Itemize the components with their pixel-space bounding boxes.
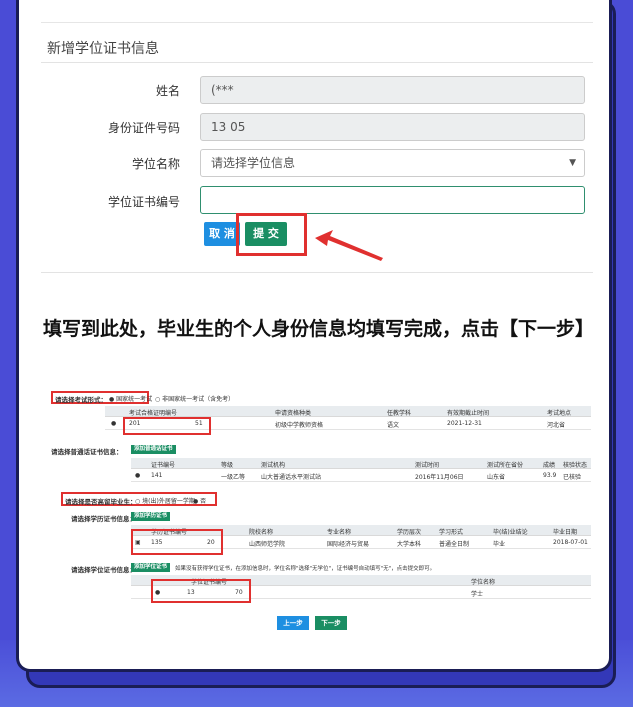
instruction-caption: 填写到此处，毕业生的个人身份信息均填写完成，点击【下一步】 (43, 318, 595, 340)
example-screenshot: 请选择考试形式： ● 国家统一考试 ○ 非国家统一考试（含免考） 考试合格证明编… (47, 386, 593, 636)
exam-cell: 语文 (387, 422, 400, 429)
education-cell: 国际经济与贸易 (327, 541, 370, 548)
mandarin-cell: 2016年11月06日 (415, 474, 464, 481)
education-cell: 大学本科 (397, 541, 422, 548)
add-degree-button[interactable]: 添加学位证书 (131, 563, 171, 572)
education-header: 专业名称 (327, 529, 352, 536)
exam-cell: 2021-12-31 (447, 420, 482, 427)
mandarin-header: 测试所在省份 (487, 462, 524, 469)
education-header: 毕业日期 (553, 529, 578, 536)
exam-option-non-national[interactable]: ○ 非国家统一考试（含免考） (155, 394, 234, 403)
radio-selected-icon[interactable]: ● (135, 472, 140, 479)
mandarin-header: 核验状态 (563, 462, 588, 469)
mandarin-header: 成绩 (543, 462, 556, 469)
education-header: 学历层次 (397, 529, 422, 536)
previous-step-button[interactable]: 上一步 (277, 616, 309, 630)
mandarin-cell: 141 (151, 472, 163, 479)
radio-selected-icon[interactable]: ● (111, 420, 116, 427)
education-cell: 山西师范学院 (249, 541, 286, 548)
mandarin-cell: 山大普通话水平测试站 (261, 474, 322, 481)
overseas-option-yes[interactable]: ○ 境(出)外居留一学期 (135, 496, 195, 505)
next-step-button[interactable]: 下一步 (315, 616, 347, 630)
content-card: 新增学位证书信息 姓名 (*** 身份证件号码 13 05 学位名称 请选择学位… (16, 0, 612, 672)
top-divider (41, 22, 593, 23)
highlight-box-exam-row (123, 417, 211, 435)
education-cell: 普通全日制 (439, 541, 470, 548)
highlight-box-education (131, 529, 223, 555)
mandarin-label: 请选择普通话证书信息： (51, 448, 123, 456)
name-label: 姓名 (155, 84, 180, 98)
exam-header: 考试合格证明编号 (129, 410, 178, 417)
id-number-value: 13 05 (211, 120, 246, 134)
id-label: 身份证件号码 (107, 121, 180, 135)
exam-header: 申请资格种类 (275, 410, 312, 417)
mandarin-header: 等级 (221, 462, 234, 469)
exam-header: 任教学科 (387, 410, 412, 417)
overseas-label: 请选择是否高留毕业生： (65, 498, 137, 506)
degree-select-value: 请选择学位信息 (211, 156, 296, 170)
education-header: 学习形式 (439, 529, 464, 536)
id-number-field[interactable]: 13 05 (200, 113, 585, 141)
add-education-button[interactable]: 添加学历证书 (131, 512, 171, 521)
exam-option-national[interactable]: ● 国家统一考试 (109, 394, 152, 403)
degree-cell: 学士 (471, 591, 484, 598)
degree-note: 如果没有获得学位证书，在添加信息时，学位名称"选择"无学位"，证书编号自动填写"… (175, 566, 436, 572)
exam-cell: 初级中学教师资格 (275, 422, 324, 429)
cancel-button[interactable]: 取 消 (204, 222, 240, 246)
dropdown-arrow-icon: ▼ (569, 158, 576, 168)
mandarin-table-header: 证书编号 等级 测试机构 测试时间 测试所在省份 成绩 核验状态 (131, 458, 591, 469)
mandarin-header: 测试时间 (415, 462, 440, 469)
cert-number-label: 学位证书编号 (107, 195, 180, 209)
exam-form-label: 请选择考试形式： (55, 396, 107, 404)
degree-cert-label: 请选择学位证书信息： (71, 566, 136, 574)
section-title: 新增学位证书信息 (47, 41, 159, 57)
mandarin-cell: 山东省 (487, 474, 506, 481)
mandarin-cell: 一级乙等 (221, 474, 246, 481)
degree-header: 学位名称 (471, 579, 496, 586)
highlight-box-degree (151, 579, 251, 603)
mandarin-table-row[interactable]: ● 141 一级乙等 山大普通话水平测试站 2016年11月06日 山东省 93… (131, 470, 591, 482)
submit-button[interactable]: 提 交 (245, 222, 287, 246)
name-value: (*** (211, 83, 234, 97)
exam-table-header: 考试合格证明编号 申请资格种类 任教学科 有效期截止时间 考试地点 (105, 406, 591, 417)
education-header: 毕(结)业结论 (493, 529, 528, 536)
section-divider (41, 272, 593, 273)
pointer-arrow-icon (315, 230, 383, 261)
education-header: 院校名称 (249, 529, 274, 536)
mandarin-cell: 已核验 (563, 474, 582, 481)
exam-header: 有效期截止时间 (447, 410, 490, 417)
name-field[interactable]: (*** (200, 76, 585, 104)
mandarin-cell: 93.9 (543, 472, 557, 479)
education-cell: 2018-07-01 (553, 539, 588, 546)
exam-header: 考试地点 (547, 410, 572, 417)
degree-label: 学位名称 (131, 157, 180, 171)
overseas-option-no[interactable]: ● 否 (193, 496, 206, 505)
degree-select[interactable]: 请选择学位信息 ▼ (200, 149, 585, 177)
education-label: 请选择学历证书信息： (71, 515, 136, 523)
exam-cell: 河北省 (547, 422, 566, 429)
add-mandarin-button[interactable]: 添加普通话证书 (131, 445, 176, 454)
education-cell: 毕业 (493, 541, 506, 548)
cert-number-input[interactable] (200, 186, 585, 214)
title-divider (41, 62, 593, 63)
mandarin-header: 证书编号 (151, 462, 176, 469)
mandarin-header: 测试机构 (261, 462, 286, 469)
